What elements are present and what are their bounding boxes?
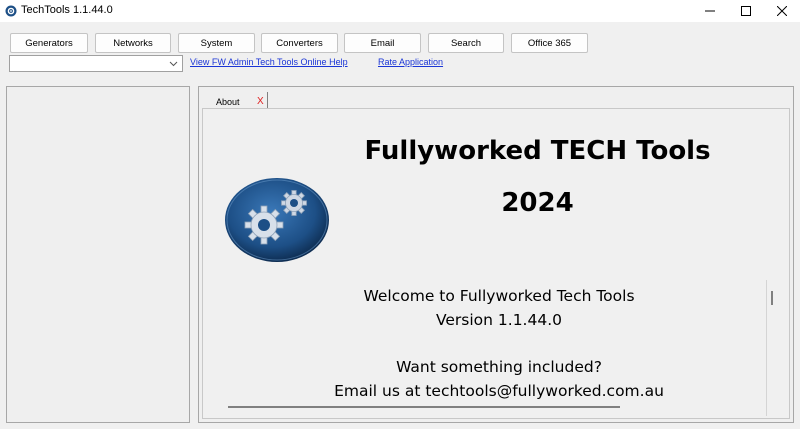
minimize-icon: [705, 10, 715, 12]
close-icon: [777, 6, 787, 16]
tab-about[interactable]: About X: [204, 92, 268, 108]
generators-button[interactable]: Generators: [10, 33, 88, 53]
close-button[interactable]: [765, 0, 799, 22]
search-button[interactable]: Search: [428, 33, 504, 53]
title-bar: TechTools 1.1.44.0: [0, 0, 800, 22]
horizontal-scrollbar[interactable]: [228, 406, 620, 408]
gears-icon: [225, 178, 329, 262]
online-help-link[interactable]: View FW Admin Tech Tools Online Help: [190, 57, 348, 67]
chevron-down-icon: [169, 61, 178, 67]
content-panel: About X Fullyworked TECH Tools 2024 Welc…: [198, 86, 794, 423]
vertical-scrollbar[interactable]: [771, 291, 773, 305]
toolbar: Generators Networks System Converters Em…: [0, 22, 800, 80]
app-icon: [5, 5, 17, 17]
tool-select-combobox[interactable]: [9, 55, 183, 72]
networks-button[interactable]: Networks: [95, 33, 171, 53]
converters-button[interactable]: Converters: [261, 33, 338, 53]
navigation-panel: [6, 86, 190, 423]
maximize-button[interactable]: [729, 0, 763, 22]
about-title: Fullyworked TECH Tools: [364, 136, 711, 166]
maximize-icon: [741, 6, 751, 16]
tab-about-label: About: [216, 97, 240, 107]
system-button[interactable]: System: [178, 33, 255, 53]
office365-button[interactable]: Office 365: [511, 33, 588, 53]
tab-close-button[interactable]: X: [257, 96, 264, 107]
welcome-text: Welcome to Fullyworked Tech Tools: [363, 287, 635, 305]
email-button[interactable]: Email: [344, 33, 421, 53]
window-title: TechTools 1.1.44.0: [21, 4, 113, 16]
minimize-button[interactable]: [693, 0, 727, 22]
rate-application-link[interactable]: Rate Application: [378, 57, 443, 67]
version-text: Version 1.1.44.0: [435, 311, 562, 329]
feature-request-text: Want something included?: [396, 358, 602, 376]
contact-email-text: Email us at techtools@fullyworked.com.au: [334, 382, 664, 400]
about-page: Fullyworked TECH Tools 2024 Welcome to F…: [202, 108, 790, 419]
vertical-scroll-track: [766, 280, 767, 416]
